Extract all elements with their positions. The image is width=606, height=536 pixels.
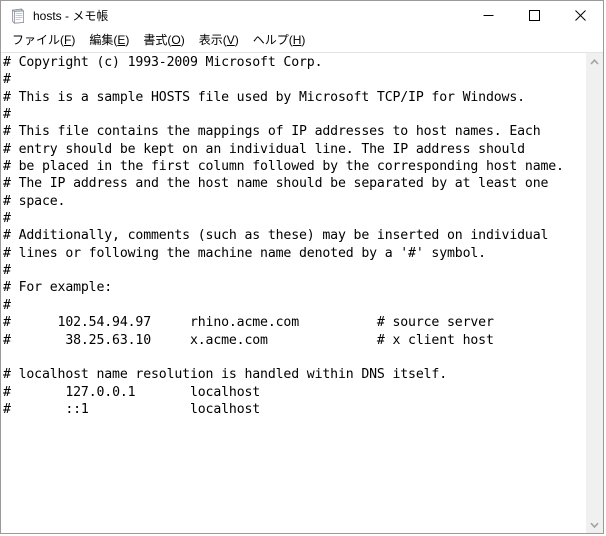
menu-item-help[interactable]: ヘルプ(H) — [246, 31, 313, 51]
title-bar[interactable]: hosts - メモ帳 — [1, 1, 603, 30]
menu-item-help-tail: ) — [301, 32, 306, 47]
minimize-button[interactable] — [465, 1, 511, 30]
menu-bar: ファイル(F) 編集(E) 書式(O) 表示(V) ヘルプ(H) — [1, 30, 603, 52]
menu-item-file[interactable]: ファイル(F) — [5, 31, 82, 51]
menu-item-file-text: ファイル( — [12, 32, 64, 47]
menu-item-edit-tail: ) — [125, 32, 130, 47]
text-editor[interactable]: # Copyright (c) 1993-2009 Microsoft Corp… — [1, 53, 585, 533]
menu-item-view-accel: V — [226, 32, 235, 47]
window-controls — [465, 1, 603, 30]
menu-item-format-accel: O — [171, 32, 181, 47]
menu-item-edit-text: 編集( — [89, 32, 118, 47]
maximize-button[interactable] — [511, 1, 557, 30]
editor-area: # Copyright (c) 1993-2009 Microsoft Corp… — [1, 52, 603, 533]
menu-item-format-tail: ) — [180, 32, 185, 47]
scroll-down-button[interactable] — [586, 516, 603, 533]
close-button[interactable] — [557, 1, 603, 30]
menu-item-file-tail: ) — [71, 32, 76, 47]
menu-item-format-text: 書式( — [143, 32, 172, 47]
editor-content[interactable]: # Copyright (c) 1993-2009 Microsoft Corp… — [1, 53, 585, 418]
notepad-icon — [10, 8, 26, 24]
menu-item-view-tail: ) — [234, 32, 239, 47]
menu-item-view[interactable]: 表示(V) — [192, 31, 246, 51]
menu-item-help-text: ヘルプ( — [252, 32, 293, 47]
menu-item-format[interactable]: 書式(O) — [136, 31, 191, 51]
menu-item-edit[interactable]: 編集(E) — [82, 31, 136, 51]
notepad-window: hosts - メモ帳 ファイル(F) 編集(E) 書式(O) 表示(V) ヘル… — [0, 0, 604, 534]
scroll-up-button[interactable] — [586, 53, 603, 70]
menu-item-view-text: 表示( — [198, 32, 227, 47]
title-bar-left: hosts - メモ帳 — [1, 8, 465, 24]
vertical-scrollbar[interactable] — [585, 53, 603, 533]
scrollbar-track[interactable] — [586, 70, 603, 516]
window-title: hosts - メモ帳 — [33, 8, 109, 23]
